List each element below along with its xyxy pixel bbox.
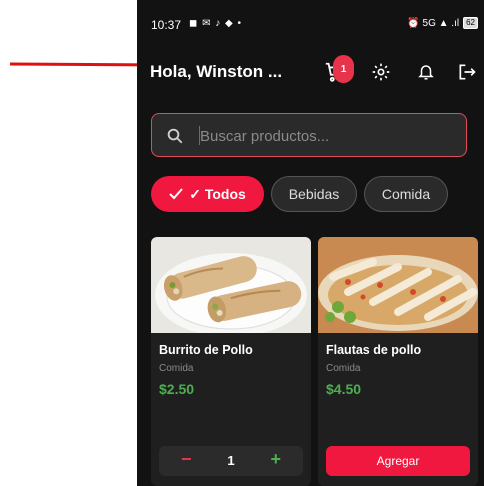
- search-icon: [167, 128, 183, 144]
- product-price: $4.50: [326, 381, 362, 397]
- quantity-stepper: − 1 +: [159, 446, 303, 476]
- cart-count-badge: 1: [333, 55, 354, 83]
- add-to-cart-button[interactable]: Agregar: [326, 446, 470, 476]
- battery-icon: 62: [463, 17, 478, 29]
- filter-chip-label: Comida: [381, 186, 431, 202]
- product-card-flautas[interactable]: Flautas de pollo Comida $4.50 Agregar: [318, 237, 478, 486]
- logout-icon[interactable]: [455, 60, 479, 84]
- search-bar[interactable]: [151, 113, 467, 157]
- filter-chip-todos[interactable]: ✓ Todos: [151, 176, 264, 212]
- search-input[interactable]: [198, 120, 452, 152]
- product-name: Flautas de pollo: [326, 343, 422, 357]
- filter-chip-label: ✓ Todos: [189, 185, 246, 202]
- system-icons: ⏰ 5G ▲ .ıl 62: [407, 17, 478, 29]
- increment-button[interactable]: +: [270, 449, 281, 470]
- filter-chip-comida[interactable]: Comida: [364, 176, 448, 212]
- filter-chip-label: Bebidas: [288, 186, 340, 202]
- notification-icons: ◼ ✉ ♪ ◆ •: [189, 18, 242, 29]
- burrito-image: [151, 237, 311, 333]
- check-icon: [169, 188, 183, 200]
- product-category: Comida: [326, 363, 361, 374]
- status-time: 10:37: [151, 18, 182, 32]
- gear-icon[interactable]: [369, 60, 393, 84]
- flautas-image: [318, 237, 478, 333]
- product-category: Comida: [159, 363, 194, 374]
- filter-chip-bebidas[interactable]: Bebidas: [271, 176, 357, 212]
- app-header: Hola, Winston ... 1: [137, 52, 484, 92]
- quantity-value: 1: [227, 453, 235, 468]
- product-price: $2.50: [159, 381, 195, 397]
- status-bar: 10:37 ◼ ✉ ♪ ◆ • ⏰ 5G ▲ .ıl 62: [137, 0, 484, 50]
- greeting-text: Hola, Winston ...: [150, 62, 283, 81]
- product-name: Burrito de Pollo: [159, 343, 253, 357]
- signal-icons: ⏰ 5G ▲ .ıl: [407, 17, 460, 29]
- product-card-burrito[interactable]: Burrito de Pollo Comida $2.50 − 1 +: [151, 237, 311, 486]
- bell-icon[interactable]: [414, 60, 438, 84]
- phone-screen: 10:37 ◼ ✉ ♪ ◆ • ⏰ 5G ▲ .ıl 62 Hola, Wins…: [137, 0, 484, 486]
